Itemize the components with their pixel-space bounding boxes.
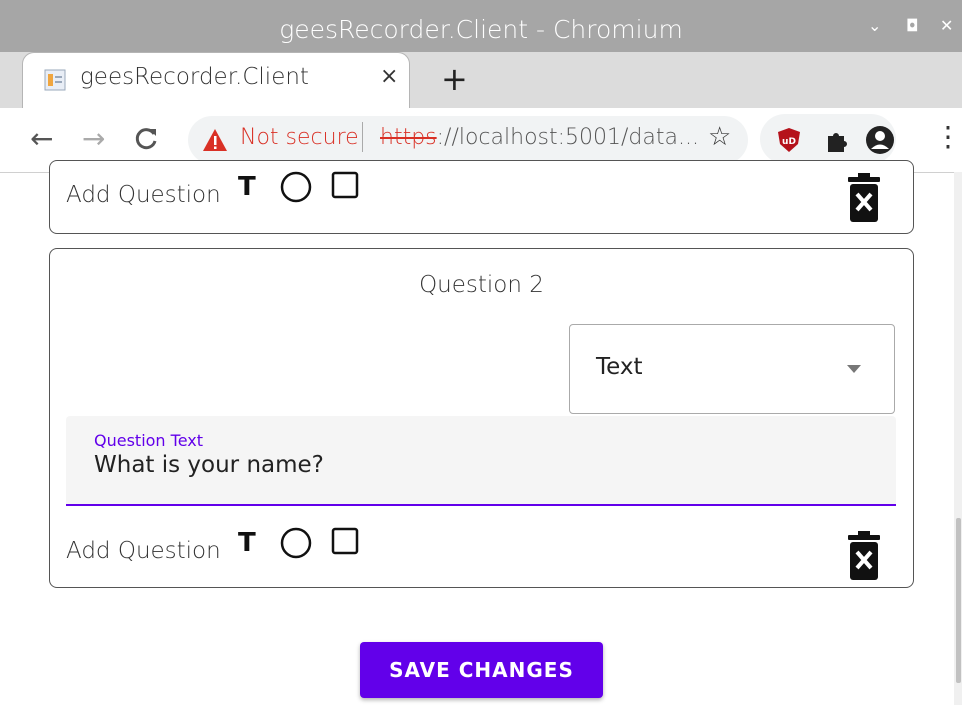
- svg-text:uD: uD: [782, 137, 796, 147]
- save-changes-button[interactable]: SAVE CHANGES: [360, 642, 603, 698]
- question-type-value: Text: [596, 354, 643, 380]
- extensions-puzzle-icon[interactable]: [823, 128, 849, 154]
- url-rest: ://localhost:5001/data...: [436, 125, 699, 150]
- text-type-icon[interactable]: T: [238, 172, 256, 202]
- scrollbar-thumb[interactable]: [956, 518, 961, 683]
- profile-avatar-icon[interactable]: [864, 124, 896, 156]
- add-question-label: Add Question: [66, 182, 221, 208]
- url-text[interactable]: https://localhost:5001/data...: [380, 125, 699, 150]
- question-title: Question 2: [419, 272, 544, 298]
- page-favicon-icon: [44, 69, 66, 91]
- ublock-origin-icon[interactable]: uD: [775, 126, 803, 154]
- omnibox-divider: [362, 122, 363, 152]
- minimize-icon[interactable]: ⌄: [868, 16, 881, 35]
- reload-icon[interactable]: [134, 126, 160, 152]
- question-text-label: Question Text: [94, 431, 204, 450]
- add-question-label: Add Question: [66, 538, 221, 564]
- tab-title: geesRecorder.Client: [80, 64, 309, 90]
- maximize-icon[interactable]: ◘: [906, 16, 919, 35]
- url-scheme: https: [380, 125, 437, 150]
- delete-icon[interactable]: [846, 530, 882, 582]
- tab-close-icon[interactable]: ×: [380, 64, 398, 89]
- forward-icon[interactable]: →: [82, 122, 105, 155]
- checkbox-type-icon[interactable]: [330, 526, 360, 556]
- close-window-icon[interactable]: ✕: [940, 16, 953, 35]
- checkbox-type-icon[interactable]: [330, 170, 360, 200]
- bookmark-star-icon[interactable]: ☆: [708, 122, 731, 152]
- delete-icon[interactable]: [846, 172, 882, 224]
- not-secure-icon[interactable]: [202, 128, 228, 152]
- new-tab-icon[interactable]: +: [441, 60, 468, 98]
- back-icon[interactable]: ←: [30, 122, 53, 155]
- text-type-icon[interactable]: T: [238, 528, 256, 558]
- dropdown-arrow-icon[interactable]: [846, 364, 862, 374]
- question-text-input[interactable]: What is your name?: [94, 452, 324, 478]
- browser-menu-icon[interactable]: ⋮: [934, 120, 962, 153]
- radio-type-icon[interactable]: [279, 526, 313, 560]
- radio-type-icon[interactable]: [279, 170, 313, 204]
- window-title: geesRecorder.Client - Chromium: [279, 15, 683, 44]
- not-secure-label[interactable]: Not secure: [240, 125, 359, 150]
